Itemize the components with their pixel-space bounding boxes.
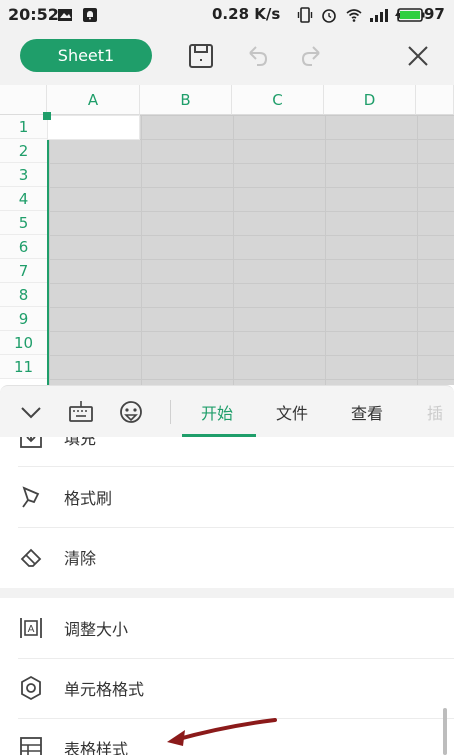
image-notification-icon (58, 9, 72, 21)
tab-insert-partial[interactable]: 插 (427, 400, 454, 424)
spreadsheet-grid[interactable]: A B C D 1 2 3 4 5 6 7 8 9 10 11 (0, 85, 454, 385)
column-header-e[interactable] (416, 85, 454, 115)
redo-icon[interactable] (298, 42, 326, 70)
row-header[interactable]: 3 (0, 163, 47, 187)
menu-scrollbar[interactable] (443, 708, 447, 755)
column-header-a[interactable]: A (47, 85, 140, 115)
corner-header (0, 85, 47, 115)
menu-item-cell-format[interactable]: 单元格格式 (0, 658, 454, 718)
gear-icon (21, 675, 41, 701)
battery-icon (397, 8, 425, 22)
row-header[interactable]: 7 (0, 259, 47, 283)
alarm-icon (322, 9, 336, 23)
close-icon[interactable] (404, 42, 432, 70)
bottom-tab-bar: 开始 文件 查看 插 (0, 385, 454, 437)
row-header[interactable]: 11 (0, 355, 47, 379)
menu-item-label: 表格样式 (64, 740, 129, 755)
tab-separator (170, 400, 171, 424)
selection-handle[interactable] (43, 112, 51, 120)
wifi-icon (346, 9, 362, 22)
table-style-icon (20, 737, 42, 755)
row-header[interactable]: 1 (0, 115, 47, 139)
format-painter-icon (22, 486, 40, 508)
menu-item-fill[interactable]: 填充 (0, 437, 454, 467)
svg-text:A: A (28, 624, 35, 635)
sheet-name-button[interactable]: Sheet1 (20, 39, 152, 72)
row-header[interactable]: 4 (0, 187, 47, 211)
resize-icon: A (20, 618, 42, 638)
row-header[interactable]: 6 (0, 235, 47, 259)
status-bar: 20:52 0.28 K/s 97 (0, 0, 454, 30)
row-header[interactable]: 5 (0, 211, 47, 235)
row-header[interactable]: 9 (0, 307, 47, 331)
menu-item-label: 填充 (64, 437, 97, 448)
tab-file[interactable]: 文件 (276, 400, 308, 424)
tab-view[interactable]: 查看 (351, 400, 383, 424)
tool-menu: 填充 格式刷 清除 A 调整大小 单元格格式 表格样式 (0, 437, 454, 755)
eraser-icon (20, 548, 42, 567)
network-speed: 0.28 K/s (212, 5, 281, 23)
menu-item-label: 清除 (64, 549, 97, 568)
row-header[interactable]: 2 (0, 139, 47, 163)
column-header-b[interactable]: B (140, 85, 232, 115)
menu-item-clear[interactable]: 清除 (0, 527, 454, 587)
menu-item-format-painter[interactable]: 格式刷 (0, 467, 454, 527)
top-toolbar: Sheet1 (0, 30, 454, 85)
row-header[interactable]: 10 (0, 331, 47, 355)
column-header-d[interactable]: D (324, 85, 416, 115)
emoji-icon[interactable] (118, 399, 144, 425)
battery-level: 97 (424, 5, 445, 23)
row-header[interactable]: 8 (0, 283, 47, 307)
chevron-down-icon[interactable] (18, 399, 44, 425)
signal-icon (370, 9, 388, 22)
undo-icon[interactable] (243, 42, 271, 70)
selected-range[interactable] (47, 115, 454, 385)
notification-bell-icon (83, 8, 97, 22)
save-icon[interactable] (187, 42, 215, 70)
column-header-c[interactable]: C (232, 85, 324, 115)
menu-item-label: 单元格格式 (64, 680, 145, 699)
keyboard-icon[interactable] (68, 399, 94, 425)
status-time: 20:52 (8, 5, 59, 24)
fill-icon (20, 437, 42, 448)
section-divider (0, 588, 454, 598)
vibrate-icon (297, 7, 313, 23)
active-cell[interactable] (47, 115, 140, 140)
menu-item-resize[interactable]: A 调整大小 (0, 598, 454, 658)
menu-item-label: 格式刷 (64, 489, 113, 508)
tab-start[interactable]: 开始 (201, 400, 233, 424)
annotation-arrow-icon (167, 718, 277, 746)
menu-item-label: 调整大小 (64, 620, 129, 639)
